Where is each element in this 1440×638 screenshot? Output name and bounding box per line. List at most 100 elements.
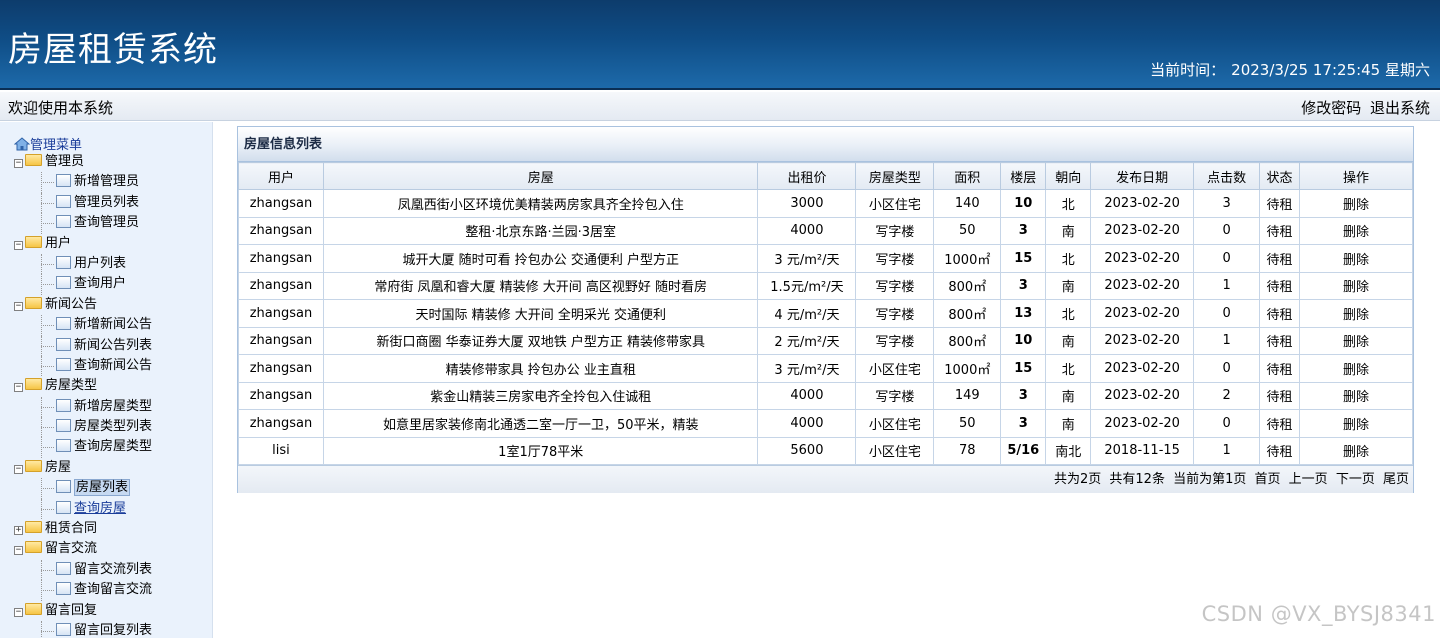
table-cell: 800㎡ bbox=[933, 299, 1002, 328]
collapse-icon[interactable]: − bbox=[14, 607, 23, 617]
house-list-panel: 房屋信息列表 用户 房屋 出租价 房屋类型 面积 楼层 朝向 发布日期 点击数 状态 操作 zhan… bbox=[237, 126, 1414, 493]
menu-item[interactable]: 新增管理员 bbox=[14, 172, 152, 193]
tree-connector bbox=[41, 508, 54, 510]
menu-group[interactable]: − 留言回复 bbox=[14, 601, 152, 621]
menu-item-label: 查询房屋 bbox=[74, 500, 127, 516]
menu-group[interactable]: − 新闻公告 bbox=[14, 295, 152, 315]
table-cell: 149 bbox=[933, 381, 1002, 410]
menu-item[interactable]: 用户列表 bbox=[14, 253, 152, 275]
expand-icon[interactable]: + bbox=[14, 526, 23, 536]
menu-item[interactable]: 新增新闻公告 bbox=[14, 315, 152, 336]
delete-link[interactable]: 删除 bbox=[1299, 354, 1413, 383]
menu-group[interactable]: − 房屋 bbox=[14, 458, 152, 478]
page-icon bbox=[56, 255, 71, 269]
pager-next-link[interactable]: 下一页 bbox=[1336, 472, 1375, 487]
folder-icon bbox=[25, 296, 42, 309]
current-time: 当前时间： 2023/3/25 17:25:45 星期六 bbox=[1144, 59, 1430, 80]
table-cell: 3 bbox=[1000, 271, 1047, 300]
menu-item[interactable]: 查询新闻公告 bbox=[14, 355, 152, 377]
tree-connector bbox=[41, 263, 54, 265]
collapse-icon[interactable]: − bbox=[14, 240, 23, 250]
tree-connector bbox=[41, 345, 54, 347]
menu-group[interactable]: − 管理员 bbox=[14, 152, 152, 172]
menu-item[interactable]: 查询房屋 bbox=[14, 498, 152, 520]
menu-item-label: 留言回复列表 bbox=[74, 622, 153, 638]
menu-item[interactable]: 管理员列表 bbox=[14, 192, 152, 214]
table-cell: 3 元/m²/天 bbox=[757, 354, 857, 383]
table-cell: zhangsan bbox=[238, 299, 324, 328]
change-password-link[interactable]: 修改密码 bbox=[1301, 99, 1361, 117]
table-cell: 3 元/m²/天 bbox=[757, 244, 857, 273]
table-cell: 2023-02-20 bbox=[1090, 244, 1195, 273]
table-cell: 紫金山精装三房家电齐全拎包入住诚租 bbox=[322, 381, 759, 410]
delete-link[interactable]: 删除 bbox=[1299, 189, 1413, 218]
table-cell: 精装修带家具 拎包办公 业主直租 bbox=[322, 354, 759, 383]
collapse-icon[interactable]: − bbox=[14, 301, 23, 311]
column-header: 发布日期 bbox=[1090, 162, 1195, 190]
collapse-icon[interactable]: − bbox=[14, 546, 23, 556]
folder-icon bbox=[25, 459, 42, 472]
delete-link[interactable]: 删除 bbox=[1299, 299, 1413, 328]
table-cell: 2 元/m²/天 bbox=[757, 326, 857, 355]
menu-item[interactable]: 新增房屋类型 bbox=[14, 396, 152, 418]
delete-link[interactable]: 删除 bbox=[1299, 326, 1413, 355]
menu-item[interactable]: 留言回复列表 bbox=[14, 620, 153, 638]
table-row: zhangsan 城开大厦 随时可看 拎包办公 交通便利 户型方正 3 元/m²/天… bbox=[238, 244, 1413, 273]
menu-group[interactable]: − 房屋类型 bbox=[14, 376, 152, 396]
tree-connector bbox=[41, 569, 54, 571]
menu-item[interactable]: 留言交流列表 bbox=[14, 559, 152, 581]
delete-link[interactable]: 删除 bbox=[1299, 381, 1413, 410]
menu-group[interactable]: − 留言交流 bbox=[14, 539, 152, 559]
table-cell: 城开大厦 随时可看 拎包办公 交通便利 户型方正 bbox=[322, 244, 759, 273]
table-cell: zhangsan bbox=[238, 409, 324, 438]
page-icon bbox=[56, 439, 71, 453]
column-header: 出租价 bbox=[757, 162, 857, 190]
table-cell: 写字楼 bbox=[855, 244, 935, 273]
page-icon bbox=[56, 622, 71, 636]
page-icon bbox=[56, 194, 71, 208]
pager-last-link[interactable]: 尾页 bbox=[1383, 472, 1409, 487]
table-cell: 待租 bbox=[1259, 244, 1301, 273]
menu-root[interactable]: 管理菜单 bbox=[14, 134, 82, 153]
table-cell: 50 bbox=[933, 409, 1002, 438]
table-cell: 写字楼 bbox=[855, 299, 935, 328]
collapse-icon[interactable]: − bbox=[14, 464, 23, 474]
table-cell: 凤凰西街小区环境优美精装两房家具齐全拎包入住 bbox=[322, 189, 759, 218]
collapse-icon[interactable]: − bbox=[14, 383, 23, 393]
delete-link[interactable]: 删除 bbox=[1299, 216, 1413, 245]
delete-link[interactable]: 删除 bbox=[1299, 409, 1413, 438]
table-cell: 4000 bbox=[757, 381, 857, 410]
table-cell: 13 bbox=[1000, 299, 1047, 328]
pager-prev-link[interactable]: 上一页 bbox=[1289, 472, 1328, 487]
menu-item[interactable]: 查询管理员 bbox=[14, 213, 152, 234]
menu-group[interactable]: + 租赁合同 bbox=[14, 519, 152, 539]
delete-link[interactable]: 删除 bbox=[1299, 436, 1413, 465]
table-cell: 待租 bbox=[1259, 216, 1301, 245]
menu-item[interactable]: 房屋类型列表 bbox=[14, 417, 152, 438]
table-cell: 78 bbox=[933, 436, 1002, 465]
menu-item-label: 查询房屋类型 bbox=[74, 439, 153, 455]
table-cell: zhangsan bbox=[238, 216, 324, 245]
table-cell: 3 bbox=[1193, 189, 1261, 218]
menu-item[interactable]: 查询用户 bbox=[14, 274, 152, 295]
page-icon bbox=[56, 561, 71, 575]
menu-item[interactable]: 查询房屋类型 bbox=[14, 437, 153, 458]
table-cell: 2023-02-20 bbox=[1090, 381, 1195, 410]
delete-link[interactable]: 删除 bbox=[1299, 244, 1413, 273]
menu-item[interactable]: 房屋列表 bbox=[14, 478, 152, 499]
logout-link[interactable]: 退出系统 bbox=[1370, 99, 1430, 117]
menu-item[interactable]: 新闻公告列表 bbox=[14, 335, 152, 356]
menu-group-label: 新闻公告 bbox=[45, 296, 98, 312]
table-cell: 北 bbox=[1045, 354, 1092, 383]
tree-connector bbox=[41, 406, 54, 408]
pagination: 共为2页 共有12条 当前为第1页 首页 上一页 下一页 尾页 bbox=[238, 465, 1413, 493]
collapse-icon[interactable]: − bbox=[14, 159, 23, 168]
pager-first-link[interactable]: 首页 bbox=[1255, 472, 1281, 487]
menu-item[interactable]: 查询留言交流 bbox=[14, 580, 152, 601]
table-cell: 3 bbox=[1000, 216, 1047, 245]
folder-icon bbox=[25, 521, 42, 534]
menu-group-label: 用户 bbox=[45, 235, 72, 251]
delete-link[interactable]: 删除 bbox=[1299, 271, 1413, 300]
table-cell: zhangsan bbox=[238, 354, 324, 383]
menu-group[interactable]: − 用户 bbox=[14, 234, 152, 254]
